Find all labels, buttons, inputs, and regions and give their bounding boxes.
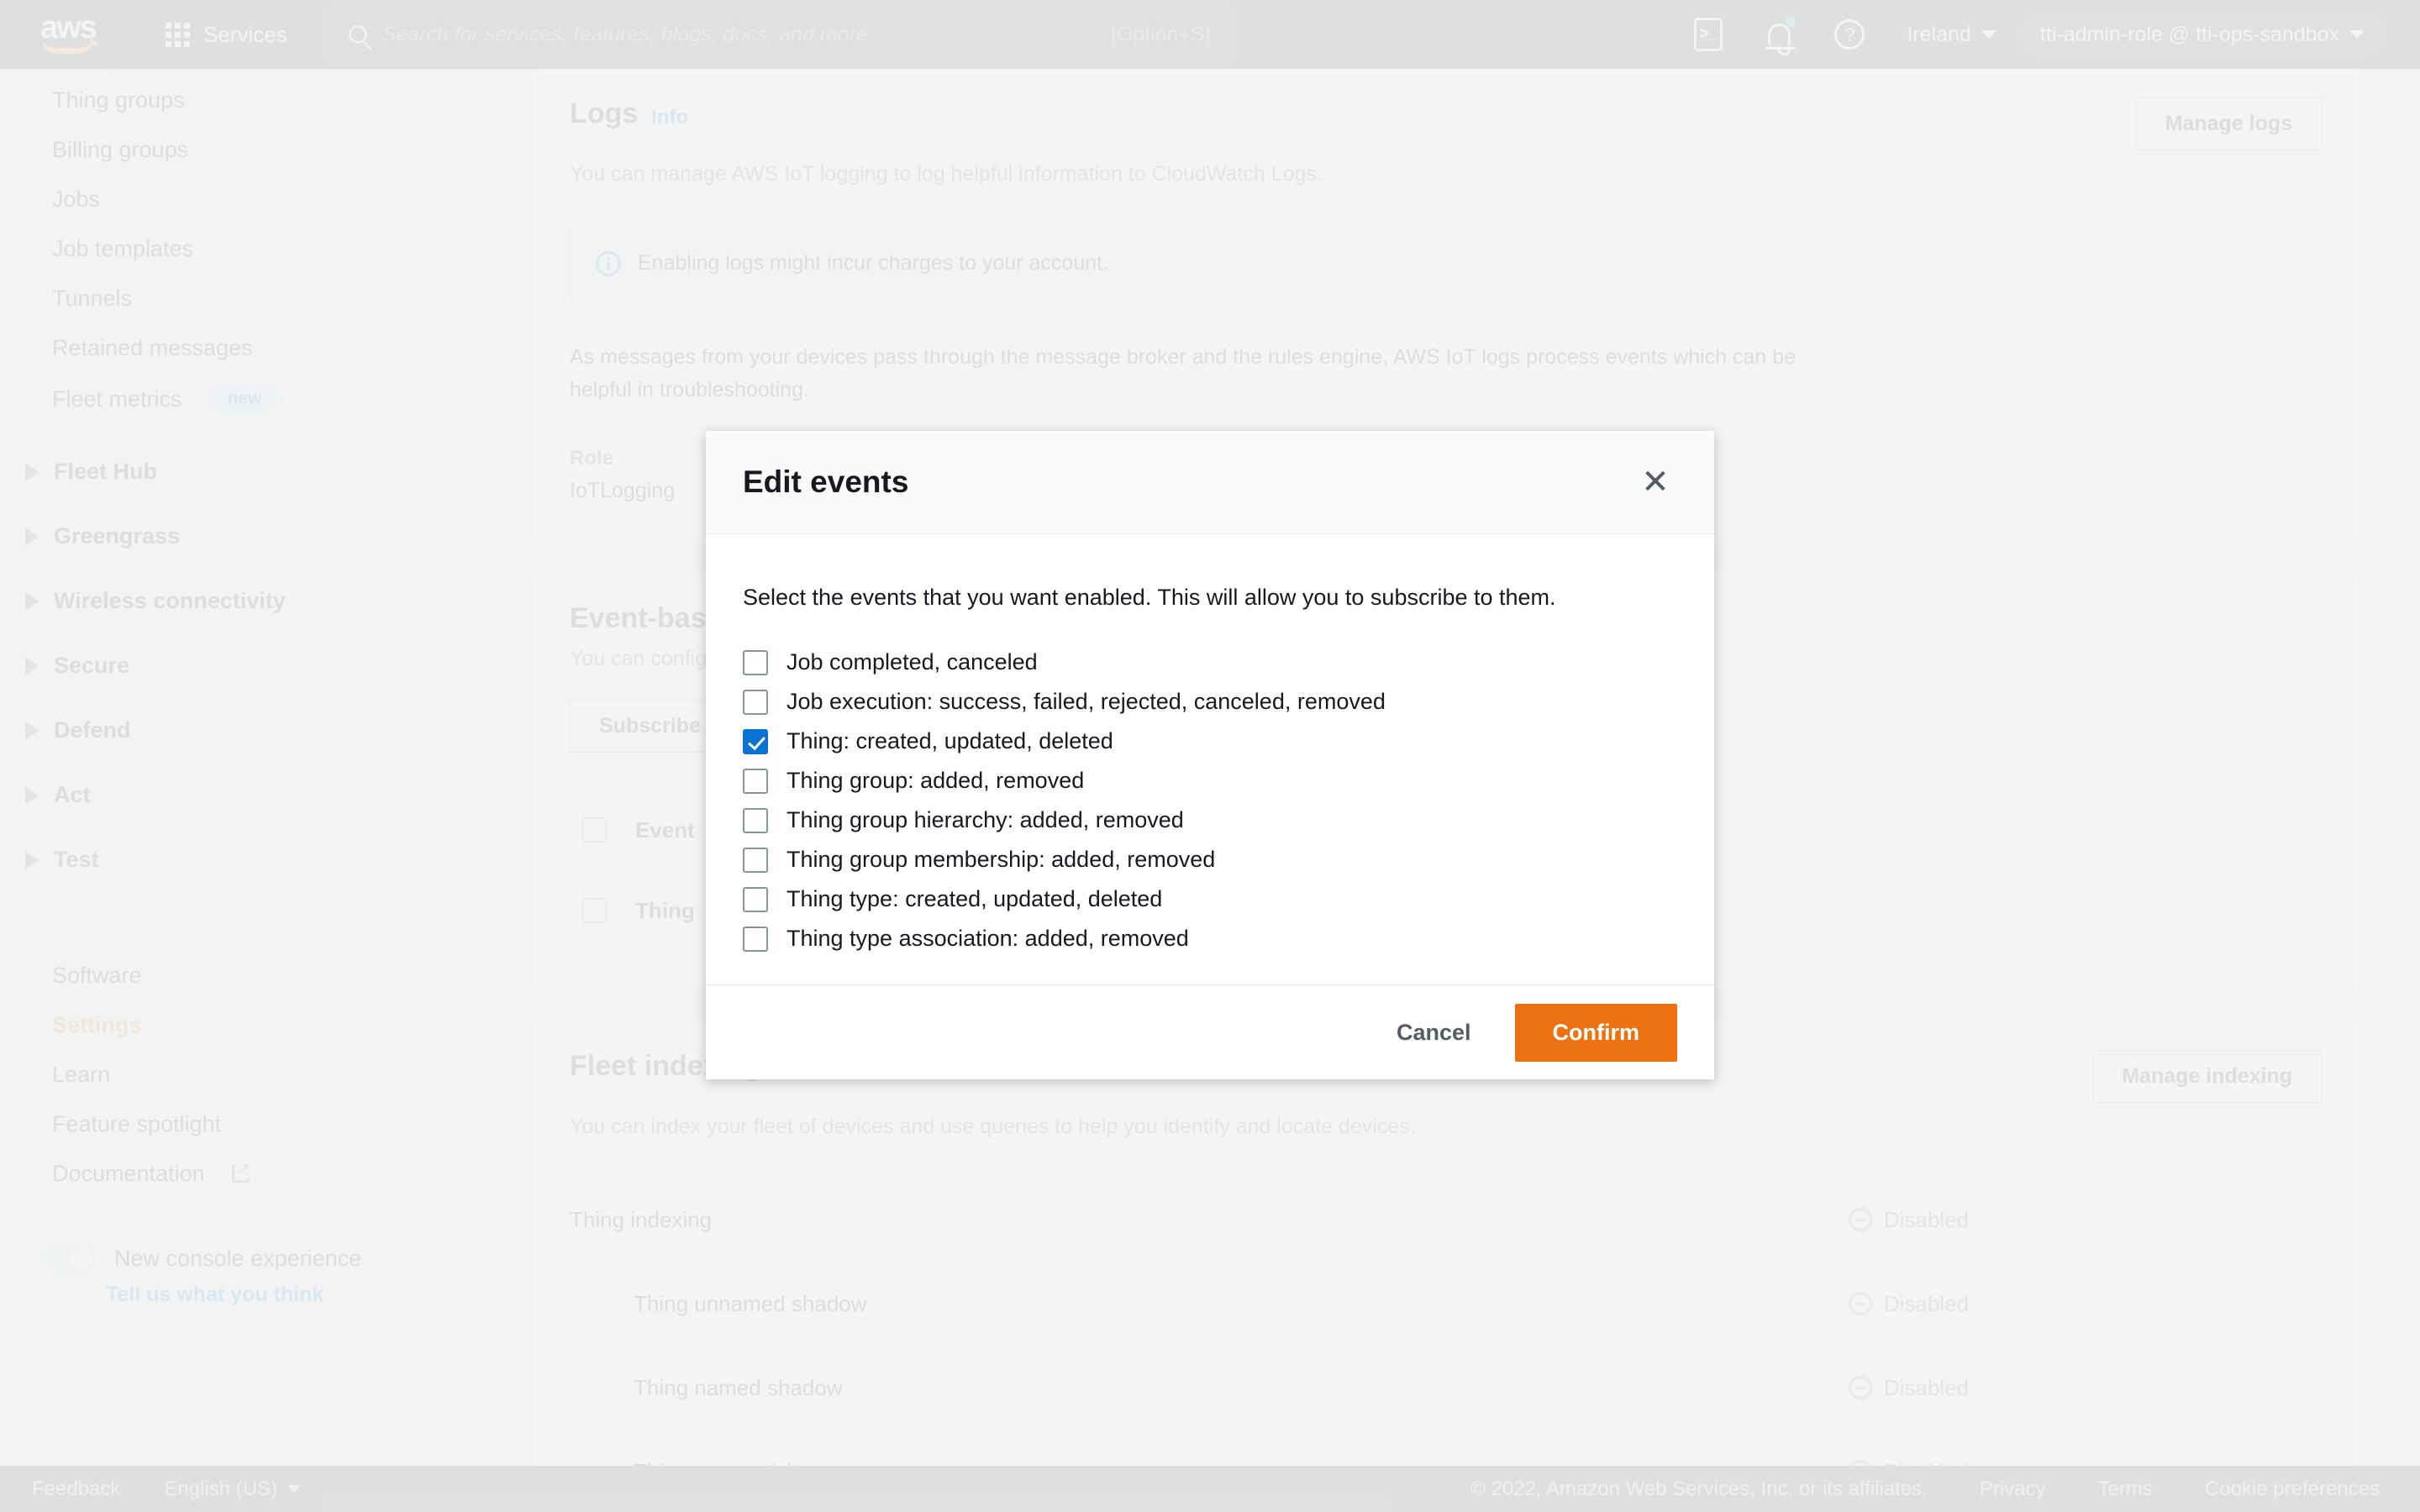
event-option-label: Thing type: created, updated, deleted <box>786 886 1163 911</box>
checkbox-icon[interactable] <box>743 807 768 833</box>
checkbox-icon[interactable] <box>743 728 768 754</box>
checkbox-icon[interactable] <box>743 847 768 873</box>
modal-title: Edit events <box>743 465 909 499</box>
event-option-thing-group-membership[interactable]: Thing group membership: added, removed <box>743 840 1677 879</box>
event-option-thing-group-hierarchy[interactable]: Thing group hierarchy: added, removed <box>743 801 1677 840</box>
checkbox-icon[interactable] <box>743 926 768 952</box>
event-option-thing[interactable]: Thing: created, updated, deleted <box>743 722 1677 761</box>
checkbox-icon[interactable] <box>743 768 768 794</box>
close-icon[interactable]: ✕ <box>1634 460 1677 504</box>
modal-instruction-text: Select the events that you want enabled.… <box>743 585 1556 610</box>
event-option-label: Thing type association: added, removed <box>786 926 1189 951</box>
checkbox-icon[interactable] <box>743 689 768 715</box>
checkbox-icon[interactable] <box>743 649 768 675</box>
checkbox-icon[interactable] <box>743 886 768 912</box>
event-option-label: Thing group hierarchy: added, removed <box>786 807 1184 832</box>
modal-header: Edit events ✕ <box>706 431 1714 534</box>
event-option-thing-type-association[interactable]: Thing type association: added, removed <box>743 919 1677 958</box>
cancel-button[interactable]: Cancel <box>1375 1005 1493 1061</box>
event-option-thing-group[interactable]: Thing group: added, removed <box>743 761 1677 801</box>
event-option-job-execution[interactable]: Job execution: success, failed, rejected… <box>743 682 1677 722</box>
event-option-label: Thing group membership: added, removed <box>786 847 1216 872</box>
event-options-list: Job completed, canceled Job execution: s… <box>743 643 1677 958</box>
confirm-button[interactable]: Confirm <box>1514 1003 1677 1062</box>
event-option-label: Job completed, canceled <box>786 649 1038 675</box>
modal-footer: Cancel Confirm <box>706 984 1714 1079</box>
event-option-label: Thing group: added, removed <box>786 768 1085 793</box>
event-option-label: Thing: created, updated, deleted <box>786 728 1113 753</box>
modal-body: Select the events that you want enabled.… <box>706 534 1714 984</box>
edit-events-modal: Edit events ✕ Select the events that you… <box>706 431 1714 1079</box>
event-option-thing-type[interactable]: Thing type: created, updated, deleted <box>743 879 1677 919</box>
event-option-label: Job execution: success, failed, rejected… <box>786 689 1386 714</box>
event-option-job-completed[interactable]: Job completed, canceled <box>743 643 1677 682</box>
